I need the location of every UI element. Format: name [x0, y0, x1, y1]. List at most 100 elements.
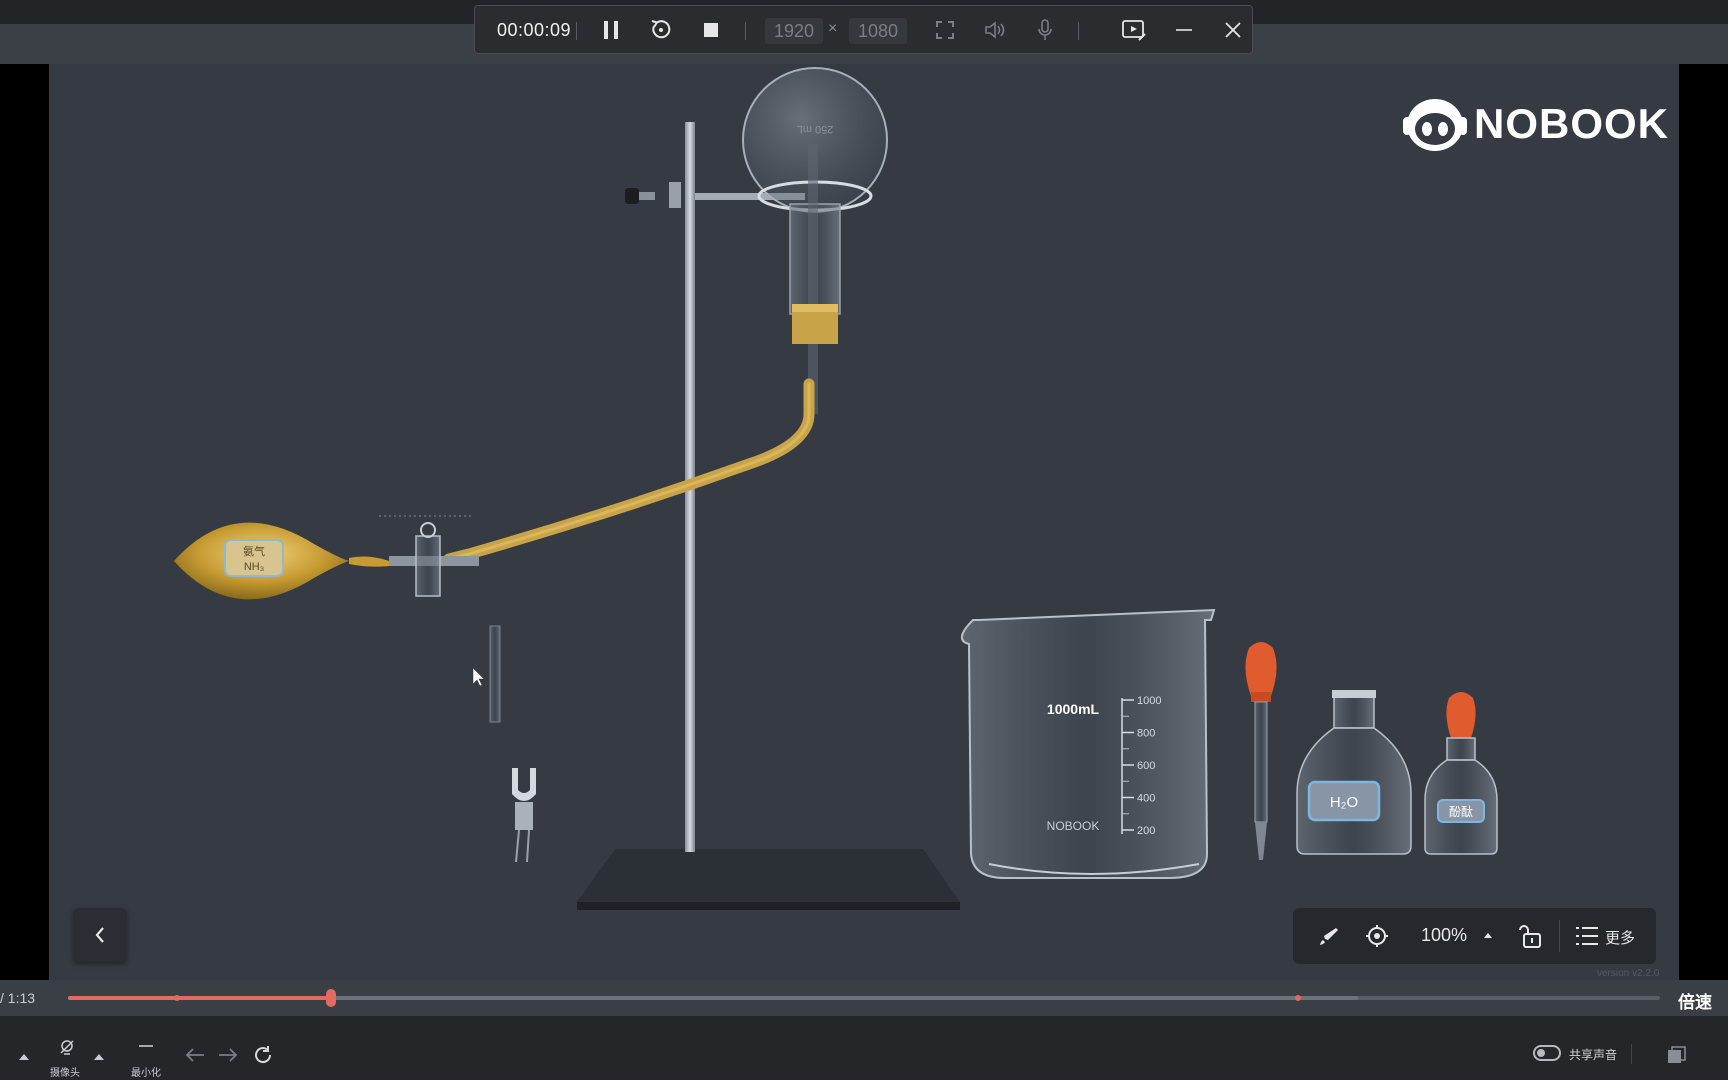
- width-input[interactable]: 1920: [765, 18, 823, 44]
- list-icon: [1576, 927, 1598, 945]
- arrow-left-icon: [185, 1048, 204, 1062]
- arrow-right-icon: [219, 1048, 238, 1062]
- right-letterbox: [1679, 64, 1728, 980]
- divider: [745, 22, 746, 40]
- microphone-button[interactable]: [1031, 16, 1059, 44]
- water-bottle[interactable]: H₂O: [1296, 690, 1412, 855]
- flask-volume-label: 250 mL: [797, 123, 834, 135]
- chapter-marker[interactable]: [174, 995, 180, 1001]
- beaker-tick-label: 400: [1137, 793, 1155, 805]
- unlock-icon: [1519, 925, 1541, 948]
- height-input[interactable]: 1080: [849, 18, 907, 44]
- water-bottle-label: H₂O: [1330, 794, 1358, 811]
- beaker-tick-label: 800: [1137, 728, 1155, 740]
- logo-text: NOBOOK: [1474, 100, 1669, 147]
- zoom-level[interactable]: 100%: [1421, 925, 1467, 946]
- indicator-bottle-label: 酚酞: [1449, 804, 1473, 819]
- gas-bag-label-formula: NH₃: [244, 561, 264, 573]
- stop-button[interactable]: [697, 16, 725, 44]
- minimize-icon: [139, 1045, 153, 1047]
- phenolphthalein-bottle[interactable]: 酚酞: [1424, 692, 1498, 855]
- back-nav-button[interactable]: [184, 1044, 206, 1066]
- window-icon: [1668, 1046, 1686, 1063]
- pause-button[interactable]: [597, 16, 625, 44]
- times-sign: ×: [828, 20, 838, 37]
- locate-button[interactable]: [1363, 922, 1391, 950]
- divider: [576, 22, 577, 40]
- played-range: [68, 996, 331, 1000]
- rubber-tube[interactable]: [443, 378, 815, 565]
- screen-annotate-icon: [1122, 20, 1146, 41]
- version-label: version v2.2.0: [1597, 968, 1660, 979]
- cursor-icon: [472, 667, 485, 687]
- share-sound-toggle[interactable]: [1533, 1045, 1561, 1061]
- crosshair-icon: [1366, 925, 1388, 947]
- fullscreen-icon: [936, 21, 954, 39]
- refresh-button[interactable]: [252, 1044, 274, 1066]
- left-letterbox: [0, 64, 49, 980]
- progress-track[interactable]: [68, 989, 1660, 1007]
- fullscreen-button[interactable]: [931, 16, 959, 44]
- glass-rod[interactable]: [489, 625, 501, 723]
- bottom-bar: 摄像头 最小化 共享声音: [0, 1016, 1728, 1080]
- beaker-tick-label: 600: [1137, 760, 1155, 772]
- app-window: 00:00:09 1920 × 1080 250 mL 氨气 NH₃ 1000m…: [0, 0, 1728, 1080]
- menu-button[interactable]: [1573, 922, 1601, 950]
- divider: [1559, 920, 1560, 952]
- chapter-marker[interactable]: [1295, 995, 1301, 1001]
- nobook-logo: NOBOOK: [1402, 92, 1669, 156]
- round-flask[interactable]: 250 mL: [742, 67, 888, 414]
- window-mode-button[interactable]: [1666, 1044, 1688, 1066]
- minimize-button[interactable]: [136, 1038, 156, 1054]
- progress-handle[interactable]: [325, 989, 336, 1007]
- camera-off-icon: [60, 1040, 74, 1055]
- annotate-button[interactable]: [1120, 16, 1148, 44]
- robot-logo-icon: [1403, 99, 1467, 151]
- speaker-button[interactable]: [981, 16, 1009, 44]
- unlock-button[interactable]: [1517, 922, 1545, 950]
- stand-base[interactable]: [577, 849, 960, 910]
- divider: [1078, 22, 1079, 40]
- stop-icon: [704, 23, 718, 37]
- beaker-brand-label: NOBOOK: [1047, 819, 1100, 833]
- recorder-toolbar: 00:00:09 1920 × 1080: [474, 5, 1253, 54]
- stopcock[interactable]: [379, 515, 479, 597]
- caret-up-icon[interactable]: [1484, 932, 1492, 938]
- restart-icon: [651, 20, 671, 39]
- forward-nav-button[interactable]: [217, 1044, 239, 1066]
- beaker-tick-label: 200: [1137, 825, 1155, 837]
- brush-button[interactable]: [1315, 922, 1343, 950]
- beaker-capacity-label: 1000mL: [1047, 701, 1100, 717]
- ammonia-gas-bag[interactable]: 氨气 NH₃: [174, 522, 389, 600]
- minimize-icon: [1176, 29, 1192, 31]
- spring-clip[interactable]: [512, 768, 536, 863]
- caret-up-icon[interactable]: [19, 1054, 29, 1060]
- close-icon: [1225, 22, 1241, 38]
- experiment-toolbar: 100% 更多: [1293, 908, 1656, 964]
- beaker-1000ml[interactable]: 1000mL NOBOOK 1000 800 600 400 200: [961, 608, 1216, 879]
- chevron-left-icon: [95, 927, 104, 943]
- close-recorder-button[interactable]: [1219, 16, 1247, 44]
- playback-speed-button[interactable]: 倍速: [1678, 988, 1712, 1013]
- minimize-recorder-button[interactable]: [1170, 16, 1198, 44]
- caret-up-icon[interactable]: [94, 1054, 104, 1060]
- back-button[interactable]: [73, 908, 127, 962]
- duration-label: / 1:13: [0, 990, 36, 1006]
- more-label[interactable]: 更多: [1605, 927, 1635, 948]
- simulation-stage: 250 mL 氨气 NH₃ 1000mL NOBOOK 1000 800 600…: [49, 64, 1679, 980]
- microphone-icon: [1038, 19, 1052, 40]
- camera-off-button[interactable]: [56, 1038, 78, 1056]
- beaker-tick-label: 1000: [1137, 695, 1161, 707]
- camera-label: 摄像头: [50, 1068, 80, 1079]
- minimize-label: 最小化: [131, 1068, 161, 1079]
- brush-icon: [1320, 928, 1338, 945]
- refresh-icon: [255, 1046, 272, 1064]
- speaker-icon: [985, 21, 1005, 39]
- dropper[interactable]: [1245, 642, 1277, 860]
- toggle-knob: [1537, 1049, 1545, 1057]
- share-sound-label: 共享声音: [1569, 1048, 1618, 1062]
- gas-bag-label-cn: 氨气: [243, 544, 265, 558]
- restart-button[interactable]: [647, 16, 675, 44]
- elapsed-time: 00:00:09: [497, 20, 572, 40]
- divider: [1631, 1044, 1632, 1064]
